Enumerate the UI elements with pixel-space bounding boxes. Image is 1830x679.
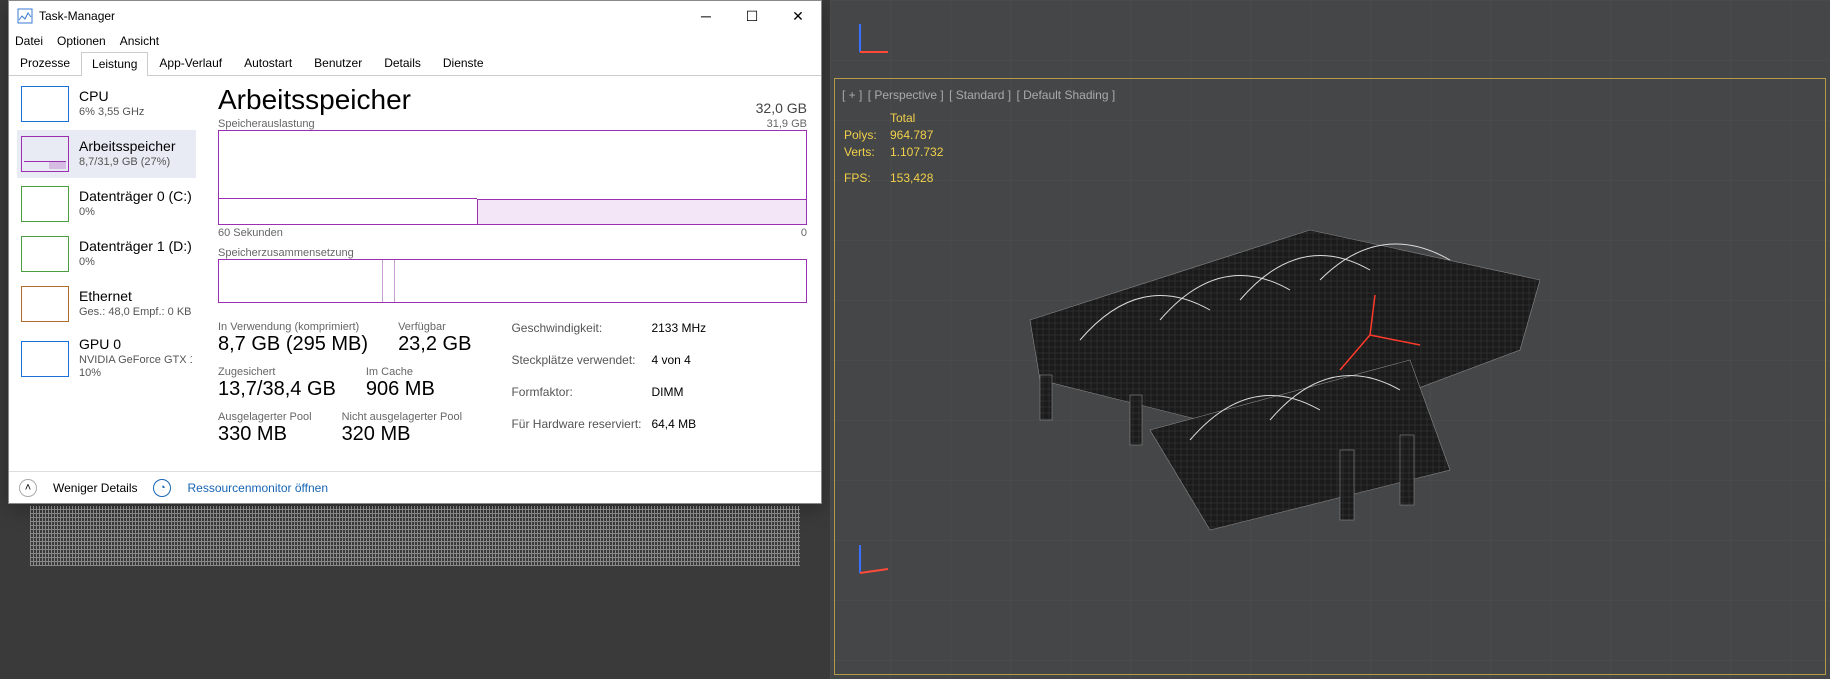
scene-mesh[interactable] — [980, 170, 1540, 570]
axis-left: 60 Sekunden — [218, 227, 283, 239]
sidebar-disk1-sub: 0% — [79, 256, 192, 270]
viewport-menu-view[interactable]: [ Perspective ] — [868, 88, 944, 102]
menu-file[interactable]: Datei — [15, 34, 43, 48]
tab-users[interactable]: Benutzer — [303, 51, 373, 75]
composition-label: Speicherzusammensetzung — [218, 247, 354, 259]
sidebar-eth-sub: Ges.: 48,0 Empf.: 0 KBit/s — [79, 306, 192, 320]
menubar: Datei Optionen Ansicht — [9, 31, 821, 51]
resmon-icon: ◔ — [153, 479, 171, 497]
viewport-statistics: Total Polys:964.787 Verts:1.107.732 FPS:… — [844, 110, 943, 187]
stat-paged-pool: Ausgelagerter Pool 330 MB — [218, 411, 312, 446]
memory-usage-graph — [218, 130, 807, 225]
sidebar-mem-sub: 8,7/31,9 GB (27%) — [79, 156, 176, 170]
tab-performance[interactable]: Leistung — [81, 52, 148, 76]
sidebar-disk0-title: Datenträger 0 (C:) — [79, 188, 192, 206]
sidebar-cpu-title: CPU — [79, 88, 144, 106]
sidebar-item-disk1[interactable]: Datenträger 1 (D:) 0% — [17, 230, 196, 278]
disk1-thumb-icon — [21, 236, 69, 272]
3d-viewport[interactable]: [ + ] [ Perspective ] [ Standard ] [ Def… — [830, 0, 1830, 679]
sidebar-gpu-title: GPU 0 — [79, 336, 192, 354]
memory-capacity: 32,0 GB — [756, 100, 807, 116]
graph-max: 31,9 GB — [767, 118, 807, 130]
cpu-thumb-icon — [21, 86, 69, 122]
axis-gizmo-bottom-icon[interactable] — [854, 539, 894, 579]
sidebar-disk1-title: Datenträger 1 (D:) — [79, 238, 192, 256]
disk0-thumb-icon — [21, 186, 69, 222]
menu-options[interactable]: Optionen — [57, 34, 106, 48]
ethernet-thumb-icon — [21, 286, 69, 322]
open-resmon-link[interactable]: Ressourcenmonitor öffnen — [187, 481, 328, 495]
memory-properties-table: Geschwindigkeit:2133 MHz Steckplätze ver… — [511, 321, 706, 446]
task-manager-window: Task-Manager ─ ☐ ✕ Datei Optionen Ansich… — [8, 0, 822, 504]
stat-nonpaged-pool: Nicht ausgelagerter Pool 320 MB — [342, 411, 462, 446]
sidebar-disk0-sub: 0% — [79, 206, 192, 220]
footer: ˄ Weniger Details ◔ Ressourcenmonitor öf… — [9, 471, 821, 503]
stat-cached: Im Cache 906 MB — [366, 366, 435, 401]
sidebar-cpu-sub: 6% 3,55 GHz — [79, 106, 144, 120]
viewport-menu-render[interactable]: [ Standard ] — [949, 88, 1011, 102]
sidebar-item-gpu0[interactable]: GPU 0 NVIDIA GeForce GTX 107 10% — [17, 330, 196, 387]
titlebar[interactable]: Task-Manager ─ ☐ ✕ — [9, 1, 821, 31]
viewport-header[interactable]: [ + ] [ Perspective ] [ Standard ] [ Def… — [842, 88, 1117, 102]
sidebar-item-ethernet[interactable]: Ethernet Ges.: 48,0 Empf.: 0 KBit/s — [17, 280, 196, 328]
axis-gizmo-icon[interactable] — [854, 18, 894, 58]
viewport-menu-plus[interactable]: [ + ] — [842, 88, 862, 102]
fewer-details-link[interactable]: Weniger Details — [53, 481, 137, 495]
stat-available: Verfügbar 23,2 GB — [398, 321, 471, 356]
menu-view[interactable]: Ansicht — [120, 34, 159, 48]
graph-label: Speicherauslastung — [218, 118, 315, 130]
axis-right: 0 — [801, 227, 807, 239]
minimize-button[interactable]: ─ — [683, 1, 729, 31]
tab-apphistory[interactable]: App-Verlauf — [148, 51, 233, 75]
memory-composition-bar — [218, 259, 807, 303]
sidebar-item-disk0[interactable]: Datenträger 0 (C:) 0% — [17, 180, 196, 228]
sidebar-gpu-sub1: NVIDIA GeForce GTX 107 — [79, 354, 192, 368]
chevron-up-icon[interactable]: ˄ — [19, 479, 37, 497]
tab-services[interactable]: Dienste — [432, 51, 495, 75]
close-button[interactable]: ✕ — [775, 1, 821, 31]
app-icon — [17, 8, 33, 24]
page-title: Arbeitsspeicher — [218, 84, 411, 116]
window-title: Task-Manager — [39, 9, 683, 23]
maximize-button[interactable]: ☐ — [729, 1, 775, 31]
background-noise — [30, 506, 800, 566]
tab-processes[interactable]: Prozesse — [9, 51, 81, 75]
memory-detail-pane: Arbeitsspeicher 32,0 GB Speicherauslastu… — [204, 76, 821, 471]
stat-committed: Zugesichert 13,7/38,4 GB — [218, 366, 336, 401]
sidebar-eth-title: Ethernet — [79, 288, 192, 306]
viewport-menu-shading[interactable]: [ Default Shading ] — [1016, 88, 1115, 102]
stat-in-use: In Verwendung (komprimiert) 8,7 GB (295 … — [218, 321, 368, 356]
sidebar-mem-title: Arbeitsspeicher — [79, 138, 176, 156]
tab-bar: Prozesse Leistung App-Verlauf Autostart … — [9, 51, 821, 76]
gpu-thumb-icon — [21, 341, 69, 377]
memory-thumb-icon — [21, 136, 69, 172]
sidebar-item-memory[interactable]: Arbeitsspeicher 8,7/31,9 GB (27%) — [17, 130, 196, 178]
tab-details[interactable]: Details — [373, 51, 432, 75]
sidebar-gpu-sub2: 10% — [79, 367, 192, 381]
tab-startup[interactable]: Autostart — [233, 51, 303, 75]
sidebar-item-cpu[interactable]: CPU 6% 3,55 GHz — [17, 80, 196, 128]
performance-sidebar: CPU 6% 3,55 GHz Arbeitsspeicher 8,7/31,9… — [9, 76, 204, 471]
